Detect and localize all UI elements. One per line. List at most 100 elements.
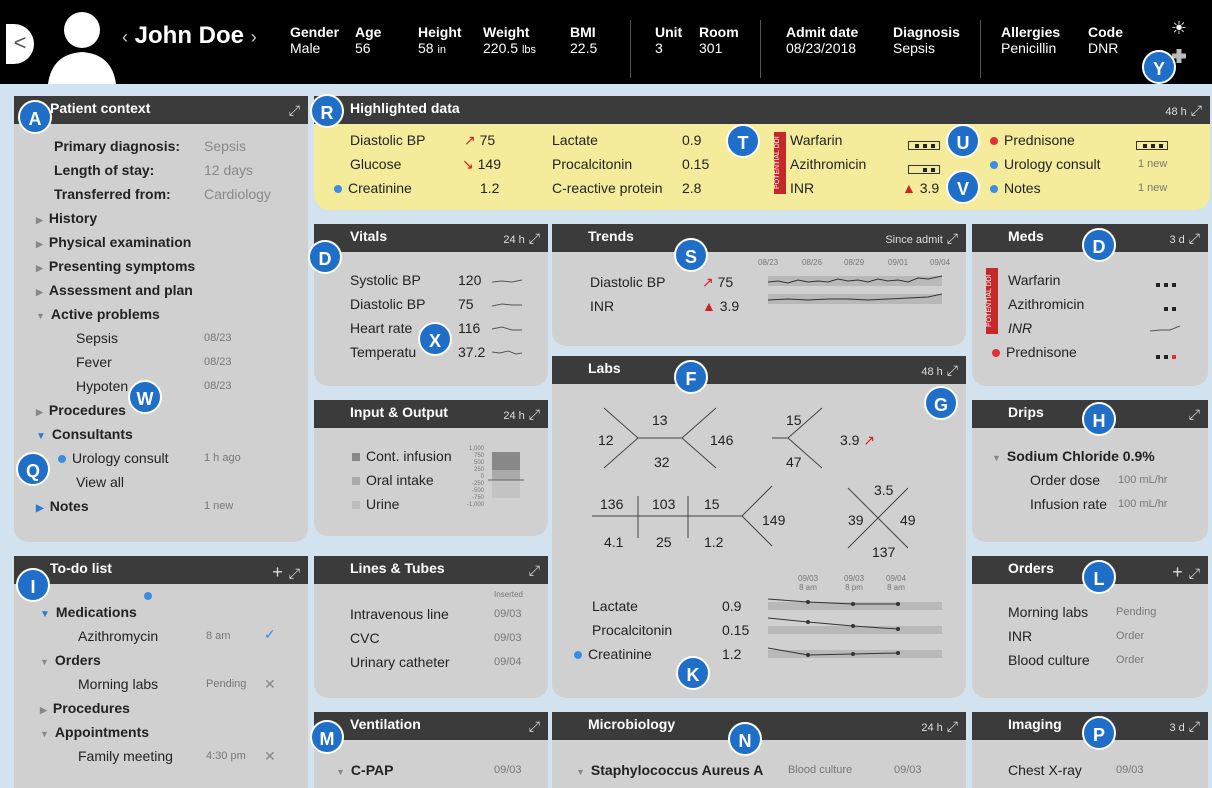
lab-value[interactable]: 1.2 xyxy=(704,534,723,550)
section-procedures[interactable]: ▶ Procedures xyxy=(36,402,126,418)
close-icon[interactable]: ✕ xyxy=(264,748,276,765)
problem-item[interactable]: Sepsis xyxy=(76,330,118,346)
prev-patient-button[interactable]: ‹ xyxy=(122,27,128,47)
highlight-item[interactable]: Creatinine xyxy=(334,180,412,196)
vital-name[interactable]: Diastolic BP xyxy=(350,296,425,312)
lab-value[interactable]: 32 xyxy=(654,454,670,470)
med-item[interactable]: Warfarin xyxy=(1008,272,1060,288)
todo-orders[interactable]: ▼ Orders xyxy=(40,652,101,668)
add-icon[interactable]: + xyxy=(272,562,283,582)
section-assessment[interactable]: ▶ Assessment and plan xyxy=(36,282,193,298)
todo-item[interactable]: Family meeting xyxy=(78,748,173,764)
consult-item[interactable]: Urology consult xyxy=(58,450,169,466)
lab-value[interactable]: 3.9 ↗ xyxy=(840,432,875,449)
section-notes[interactable]: ▶ Notes xyxy=(36,498,89,514)
lab-value[interactable]: 13 xyxy=(652,412,668,428)
med-item[interactable]: INR xyxy=(1008,320,1032,336)
expand-icon[interactable]: ⤢ xyxy=(1191,102,1202,118)
view-all-link[interactable]: View all xyxy=(76,474,124,490)
lab-value[interactable]: 25 xyxy=(656,534,672,550)
problem-item[interactable]: Hypoten xyxy=(76,378,128,394)
highlight-item[interactable]: Glucose xyxy=(350,156,401,172)
lab-value[interactable]: 49 xyxy=(900,512,916,528)
sun-icon[interactable]: ☀ xyxy=(1164,18,1194,39)
vital-name[interactable]: Systolic BP xyxy=(350,272,421,288)
expand-icon[interactable]: ⤢ xyxy=(529,406,540,422)
todo-item[interactable]: Azithromycin xyxy=(78,628,158,644)
line-item[interactable]: Intravenous line xyxy=(350,606,449,622)
lab-value[interactable]: 136 xyxy=(600,496,623,512)
section-consultants[interactable]: ▼ Consultants xyxy=(36,426,133,442)
expand-icon[interactable]: ⤢ xyxy=(947,230,958,246)
ventilation-item[interactable]: ▼ C-PAP xyxy=(336,762,393,778)
expand-icon[interactable]: ⤢ xyxy=(1189,565,1200,581)
med-item[interactable]: Azithromicin xyxy=(1008,296,1084,312)
lab-value[interactable]: 15 xyxy=(704,496,720,512)
highlight-med[interactable]: Warfarin xyxy=(790,132,842,148)
highlight-item[interactable]: Diastolic BP xyxy=(350,132,425,148)
vital-name[interactable]: Temperatu xyxy=(350,344,416,360)
lab-value[interactable]: 47 xyxy=(786,454,802,470)
check-icon[interactable]: ✓ xyxy=(264,626,276,643)
section-presenting-symptoms[interactable]: ▶ Presenting symptoms xyxy=(36,258,195,274)
lab-value[interactable]: 15 xyxy=(786,412,802,428)
io-item[interactable]: Oral intake xyxy=(352,472,434,488)
section-history[interactable]: ▶ History xyxy=(36,210,97,226)
expand-icon[interactable]: ⤢ xyxy=(1189,230,1200,246)
expand-icon[interactable]: ⤢ xyxy=(1189,718,1200,734)
io-item[interactable]: Urine xyxy=(352,496,399,512)
highlight-item[interactable]: Procalcitonin xyxy=(552,156,632,172)
lab-name[interactable]: Creatinine xyxy=(574,646,652,662)
highlight-item[interactable]: Lactate xyxy=(552,132,598,148)
lab-value[interactable]: 146 xyxy=(710,432,733,448)
lab-name[interactable]: Lactate xyxy=(592,598,638,614)
med-item[interactable]: Prednisone xyxy=(992,344,1077,360)
expand-icon[interactable]: ⤢ xyxy=(529,562,540,578)
problem-item[interactable]: Fever xyxy=(76,354,112,370)
highlight-med[interactable]: INR xyxy=(790,180,814,196)
imaging-item[interactable]: Chest X-ray xyxy=(1008,762,1082,778)
expand-icon[interactable]: ⤢ xyxy=(289,102,300,118)
lab-name[interactable]: Procalcitonin xyxy=(592,622,672,638)
back-button[interactable]: < xyxy=(6,24,34,64)
io-item[interactable]: Cont. infusion xyxy=(352,448,452,464)
section-active-problems[interactable]: ▼ Active problems xyxy=(36,306,160,322)
expand-icon[interactable]: ⤢ xyxy=(1189,406,1200,422)
order-status: Order xyxy=(1116,630,1145,642)
lab-value[interactable]: 103 xyxy=(652,496,675,512)
drip-item[interactable]: ▼ Sodium Chloride 0.9% xyxy=(992,448,1155,464)
micro-item[interactable]: ▼ Staphylococcus Aureus A xyxy=(576,762,763,778)
highlight-med[interactable]: Azithromicin xyxy=(790,156,866,172)
expand-icon[interactable]: ⤢ xyxy=(947,718,958,734)
expand-icon[interactable]: ⤢ xyxy=(529,230,540,246)
lab-value[interactable]: 12 xyxy=(598,432,614,448)
lab-value[interactable]: 137 xyxy=(872,544,895,560)
highlight-item[interactable]: Notes xyxy=(990,180,1041,196)
next-patient-button[interactable]: › xyxy=(251,27,257,47)
micro-date: 09/03 xyxy=(894,764,922,776)
order-item[interactable]: Blood culture xyxy=(1008,652,1090,668)
highlight-item[interactable]: Prednisone xyxy=(990,132,1075,148)
lab-value[interactable]: 4.1 xyxy=(604,534,623,550)
lab-value[interactable]: 3.5 xyxy=(874,482,893,498)
section-physical-exam[interactable]: ▶ Physical examination xyxy=(36,234,191,250)
line-item[interactable]: CVC xyxy=(350,630,380,646)
lab-value[interactable]: 39 xyxy=(848,512,864,528)
todo-medications[interactable]: ▼ Medications xyxy=(40,604,137,620)
close-icon[interactable]: ✕ xyxy=(264,676,276,693)
order-item[interactable]: INR xyxy=(1008,628,1032,644)
expand-icon[interactable]: ⤢ xyxy=(529,718,540,734)
highlight-item[interactable]: C-reactive protein xyxy=(552,180,663,196)
todo-appointments[interactable]: ▼ Appointments xyxy=(40,724,149,740)
todo-procedures[interactable]: ▶ Procedures xyxy=(40,700,130,716)
order-item[interactable]: Morning labs xyxy=(1008,604,1088,620)
trend-name[interactable]: Diastolic BP xyxy=(590,274,665,290)
lab-value[interactable]: 149 xyxy=(762,512,785,528)
expand-icon[interactable]: ⤢ xyxy=(289,565,300,581)
add-icon[interactable]: + xyxy=(1172,562,1183,582)
line-item[interactable]: Urinary catheter xyxy=(350,654,450,670)
trend-name[interactable]: INR xyxy=(590,298,614,314)
todo-item[interactable]: Morning labs xyxy=(78,676,158,692)
vital-name[interactable]: Heart rate xyxy=(350,320,412,336)
highlight-item[interactable]: Urology consult xyxy=(990,156,1101,172)
